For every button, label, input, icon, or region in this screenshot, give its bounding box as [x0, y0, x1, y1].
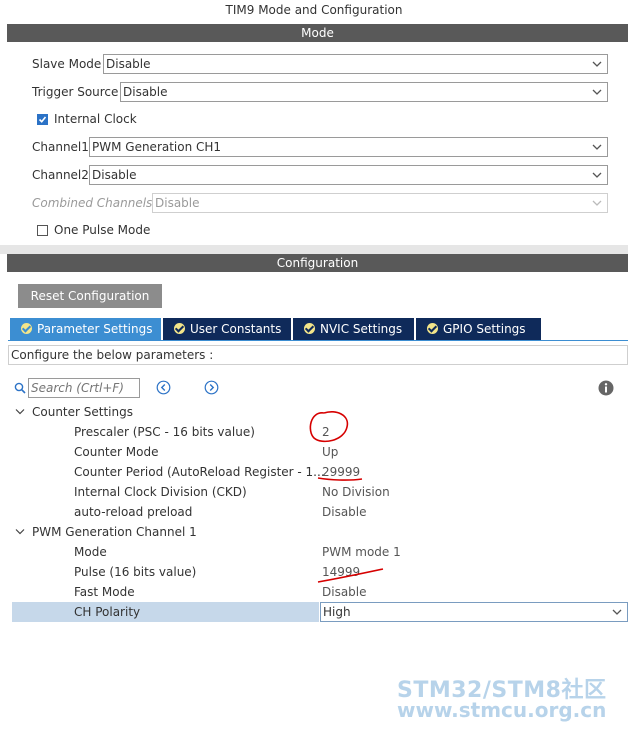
trigger-source-select[interactable]: Disable: [120, 82, 608, 102]
trigger-source-label: Trigger Source: [32, 85, 119, 99]
instruction-text: Configure the below parameters :: [11, 348, 214, 362]
pwm-mode-label: Mode: [74, 545, 107, 559]
channel1-value: PWM Generation CH1: [92, 140, 222, 154]
mode-section-header: Mode: [7, 24, 628, 42]
slave-mode-label: Slave Mode: [32, 57, 102, 71]
check-circle-icon: [21, 323, 32, 334]
one-pulse-mode-checkbox[interactable]: [37, 225, 48, 236]
checkmark-icon: [38, 116, 47, 123]
fast-mode-value[interactable]: Disable: [322, 582, 367, 602]
info-icon[interactable]: [598, 380, 614, 396]
tab-label: NVIC Settings: [320, 322, 403, 336]
chevron-down-icon: [592, 61, 602, 67]
tab-label: Parameter Settings: [37, 322, 153, 336]
chevron-down-icon: [592, 200, 602, 206]
combined-channels-label: Combined Channels: [32, 196, 153, 210]
chevron-down-icon[interactable]: [15, 528, 25, 536]
configuration-section-header: Configuration: [7, 254, 628, 272]
ch-polarity-label: CH Polarity: [74, 605, 141, 619]
combined-channels-select: Disable: [152, 193, 608, 213]
red-annotation-marks: [309, 411, 384, 583]
internal-clock-checkbox[interactable]: [37, 114, 48, 125]
tab-user-constants[interactable]: User Constants: [163, 318, 291, 340]
window-title: TIM9 Mode and Configuration: [225, 3, 403, 17]
chevron-down-icon: [592, 144, 602, 150]
slave-mode-value: Disable: [106, 57, 151, 71]
search-icon: [14, 382, 26, 394]
channel2-label: Channel2: [32, 168, 89, 182]
fast-mode-label: Fast Mode: [74, 585, 135, 599]
prescaler-label: Prescaler (PSC - 16 bits value): [74, 425, 255, 439]
combined-channels-value: Disable: [155, 196, 200, 210]
tab-underline: [8, 340, 628, 341]
check-circle-icon: [427, 323, 438, 334]
tab-gpio-settings[interactable]: GPIO Settings: [416, 318, 541, 340]
previous-result-icon[interactable]: [156, 380, 171, 395]
channel1-select[interactable]: PWM Generation CH1: [89, 137, 608, 157]
reset-configuration-button[interactable]: Reset Configuration: [18, 284, 162, 308]
check-circle-icon: [174, 323, 185, 334]
tab-nvic-settings[interactable]: NVIC Settings: [293, 318, 414, 340]
tab-label: User Constants: [190, 322, 282, 336]
channel1-label: Channel1: [32, 140, 89, 154]
instruction-box: Configure the below parameters :: [8, 345, 628, 365]
chevron-down-icon: [592, 89, 602, 95]
chevron-down-icon: [592, 172, 602, 178]
counter-period-label: Counter Period (AutoReload Register - 1.…: [74, 465, 325, 479]
internal-clock-label: Internal Clock: [54, 112, 137, 126]
channel2-value: Disable: [92, 168, 137, 182]
channel2-select[interactable]: Disable: [89, 165, 608, 185]
counter-mode-label: Counter Mode: [74, 445, 159, 459]
clock-division-label: Internal Clock Division (CKD): [74, 485, 247, 499]
ch-polarity-value: High: [323, 605, 351, 619]
one-pulse-mode-label: One Pulse Mode: [54, 223, 151, 237]
auto-reload-preload-label: auto-reload preload: [74, 505, 193, 519]
tab-label: GPIO Settings: [443, 322, 526, 336]
ch-polarity-row[interactable]: [12, 602, 319, 622]
search-input[interactable]: [28, 378, 140, 398]
trigger-source-value: Disable: [123, 85, 168, 99]
chevron-down-icon[interactable]: [15, 408, 25, 416]
counter-settings-group[interactable]: Counter Settings: [32, 402, 133, 422]
slave-mode-select[interactable]: Disable: [103, 54, 608, 74]
pulse-label: Pulse (16 bits value): [74, 565, 197, 579]
check-circle-icon: [304, 323, 315, 334]
tab-parameter-settings[interactable]: Parameter Settings: [10, 318, 161, 340]
panel-separator: [0, 245, 628, 254]
chevron-down-icon: [612, 609, 622, 615]
pwm-channel1-group[interactable]: PWM Generation Channel 1: [32, 522, 197, 542]
next-result-icon[interactable]: [204, 380, 219, 395]
watermark-url: www.stmcu.org.cn: [397, 698, 607, 722]
ch-polarity-select[interactable]: High: [320, 602, 628, 622]
